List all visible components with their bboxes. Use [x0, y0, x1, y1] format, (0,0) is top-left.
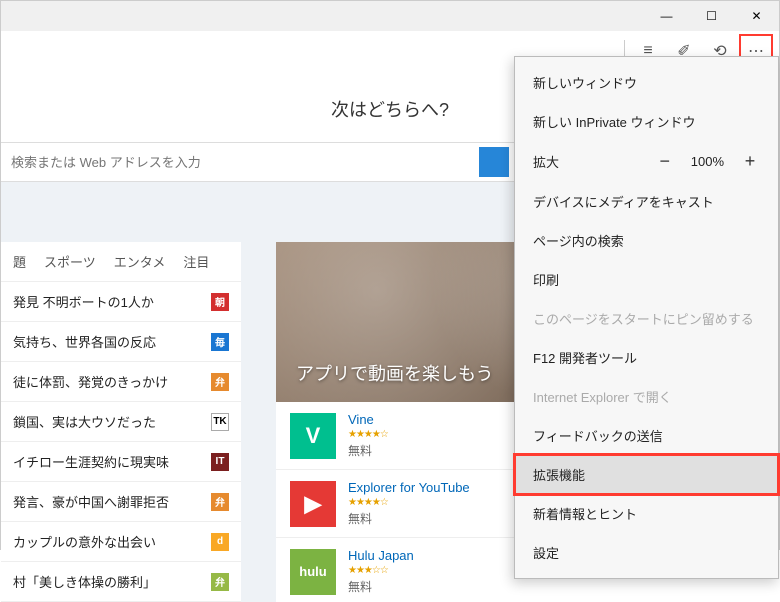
news-text: イチロー生涯契約に現実味	[13, 452, 169, 471]
titlebar: — ☐ ✕	[1, 1, 779, 31]
tab-entertainment[interactable]: エンタメ	[114, 252, 166, 271]
app-rating: ★★★☆☆	[348, 565, 414, 576]
news-text: 鎖国、実は大ウソだった	[13, 412, 156, 431]
zoom-in-button[interactable]: +	[740, 151, 760, 172]
menu-devtools[interactable]: F12 開発者ツール	[515, 338, 778, 377]
menu-new-inprivate[interactable]: 新しい InPrivate ウィンドウ	[515, 102, 778, 141]
news-item[interactable]: 発見 不明ボートの1人か 朝	[1, 282, 241, 322]
minimize-button[interactable]: —	[644, 1, 689, 31]
menu-print[interactable]: 印刷	[515, 260, 778, 299]
news-text: 発言、豪が中国へ謝罪拒否	[13, 492, 169, 511]
news-source-badge: 朝	[211, 293, 229, 311]
news-tabs: 題 スポーツ エンタメ 注目	[1, 242, 241, 282]
menu-open-ie: Internet Explorer で開く	[515, 377, 778, 416]
tab-featured[interactable]: 注目	[183, 252, 209, 271]
news-source-badge: 弁	[211, 493, 229, 511]
app-icon: ▶	[290, 481, 336, 527]
news-text: 徒に体罰、発覚のきっかけ	[13, 372, 168, 391]
news-text: カップルの意外な出会い	[13, 532, 156, 551]
zoom-label: 拡大	[533, 152, 559, 171]
menu-new-window[interactable]: 新しいウィンドウ	[515, 63, 778, 102]
news-item[interactable]: 気持ち、世界各国の反応 毎	[1, 322, 241, 362]
app-name: Hulu Japan	[348, 548, 414, 563]
menu-pin-start: このページをスタートにピン留めする	[515, 299, 778, 338]
app-price: 無料	[348, 442, 388, 459]
news-item[interactable]: 徒に体罰、発覚のきっかけ 弁	[1, 362, 241, 402]
news-source-badge: TK	[211, 413, 229, 431]
news-text: 村「美しき体操の勝利」	[13, 572, 156, 591]
app-icon: V	[290, 413, 336, 459]
hero-title: アプリで動画を楽しもう	[296, 360, 493, 386]
tab-topics[interactable]: 題	[13, 252, 26, 271]
news-item[interactable]: イチロー生涯契約に現実味 IT	[1, 442, 241, 482]
news-item[interactable]: 発言、豪が中国へ謝罪拒否 弁	[1, 482, 241, 522]
app-name: Vine	[348, 412, 388, 427]
app-rating: ★★★★☆	[348, 497, 470, 508]
app-price: 無料	[348, 510, 470, 527]
news-source-badge: d	[211, 533, 229, 551]
menu-feedback[interactable]: フィードバックの送信	[515, 416, 778, 455]
menu-extensions[interactable]: 拡張機能	[515, 455, 778, 494]
news-source-badge: 弁	[211, 373, 229, 391]
zoom-value: 100%	[691, 154, 724, 169]
more-menu: 新しいウィンドウ 新しい InPrivate ウィンドウ 拡大 − 100% +…	[514, 56, 779, 579]
news-source-badge: 弁	[211, 573, 229, 591]
maximize-button[interactable]: ☐	[689, 1, 734, 31]
app-name: Explorer for YouTube	[348, 480, 470, 495]
search-go-button[interactable]	[479, 147, 509, 177]
menu-zoom: 拡大 − 100% +	[515, 141, 778, 182]
news-list: 発見 不明ボートの1人か朝気持ち、世界各国の反応毎徒に体罰、発覚のきっかけ弁鎖国…	[1, 282, 241, 602]
app-rating: ★★★★☆	[348, 429, 388, 440]
news-text: 発見 不明ボートの1人か	[13, 292, 154, 311]
column-spacer	[241, 242, 276, 602]
app-price: 無料	[348, 578, 414, 595]
news-item[interactable]: カップルの意外な出会い d	[1, 522, 241, 562]
news-source-badge: IT	[211, 453, 229, 471]
news-text: 気持ち、世界各国の反応	[13, 332, 156, 351]
news-item[interactable]: 村「美しき体操の勝利」 弁	[1, 562, 241, 602]
zoom-out-button[interactable]: −	[655, 151, 675, 172]
menu-find[interactable]: ページ内の検索	[515, 221, 778, 260]
news-column: 題 スポーツ エンタメ 注目 発見 不明ボートの1人か 朝気持ち、世界各国の反応 毎…	[1, 242, 241, 602]
menu-cast[interactable]: デバイスにメディアをキャスト	[515, 182, 778, 221]
news-source-badge: 毎	[211, 333, 229, 351]
menu-settings[interactable]: 設定	[515, 533, 778, 572]
news-item[interactable]: 鎖国、実は大ウソだった TK	[1, 402, 241, 442]
app-icon: hulu	[290, 549, 336, 595]
close-button[interactable]: ✕	[734, 1, 779, 31]
menu-whatsnew[interactable]: 新着情報とヒント	[515, 494, 778, 533]
tab-sports[interactable]: スポーツ	[44, 252, 96, 271]
